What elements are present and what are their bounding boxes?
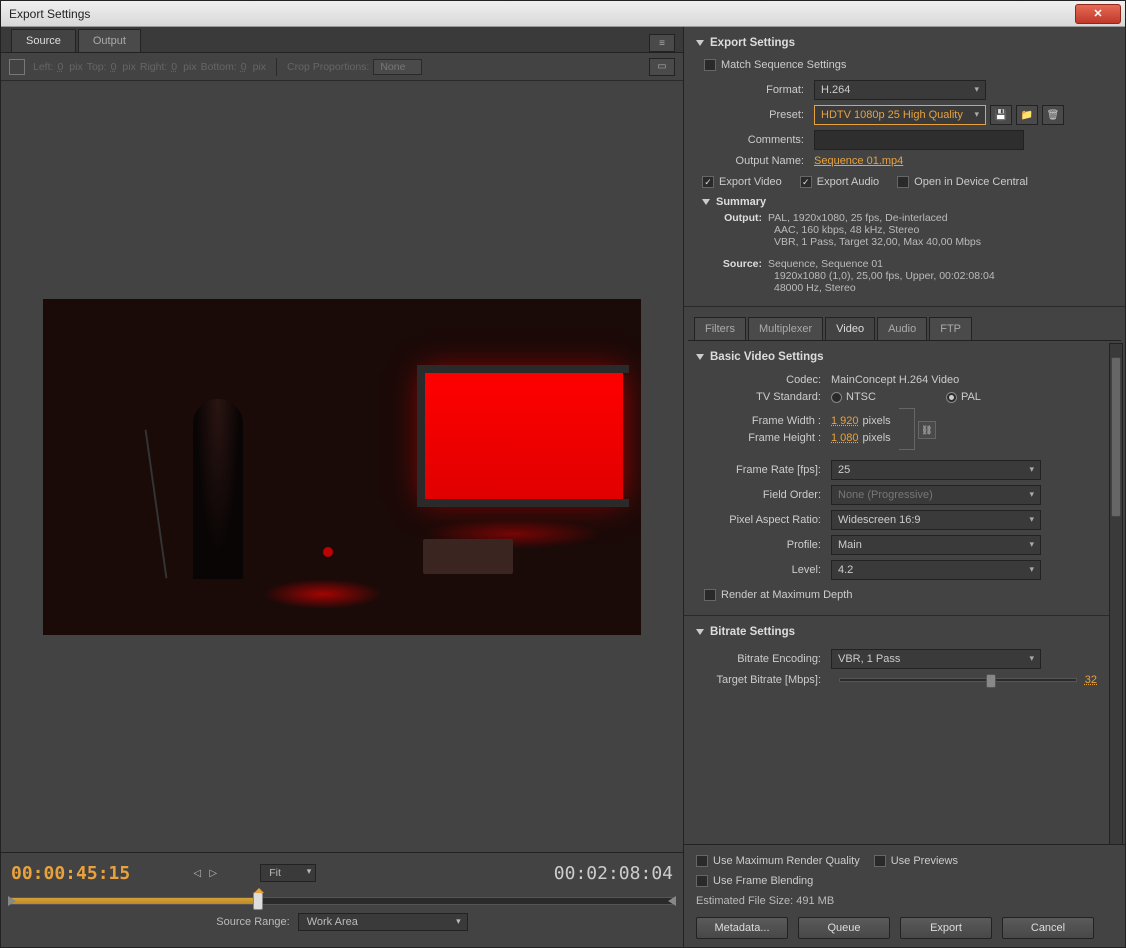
- estimated-size: Estimated File Size: 491 MB: [696, 891, 1113, 911]
- panel-menu-icon[interactable]: ≡: [649, 34, 675, 52]
- preview-viewport: [1, 81, 683, 852]
- comments-input[interactable]: [814, 130, 1024, 150]
- metadata-button[interactable]: Metadata...: [696, 917, 788, 939]
- bitrate-encoding-select[interactable]: VBR, 1 Pass: [831, 649, 1041, 669]
- encoder-tabs: Filters Multiplexer Video Audio FTP: [688, 315, 1121, 341]
- tab-audio[interactable]: Audio: [877, 317, 927, 340]
- chevron-down-icon: [696, 40, 704, 46]
- delete-preset-icon[interactable]: 🗑: [1042, 105, 1064, 125]
- preview-panel: Source Output ≡ Left: 0 pix Top: 0 pix R…: [1, 27, 684, 947]
- tvstd-ntsc-radio[interactable]: NTSC: [831, 391, 876, 403]
- close-button[interactable]: ✕: [1075, 4, 1121, 24]
- export-settings-window: Export Settings ✕ Source Output ≡ Left: …: [0, 0, 1126, 948]
- bottom-bar: Use Maximum Render Quality Use Previews …: [684, 844, 1125, 947]
- tab-source[interactable]: Source: [11, 29, 76, 52]
- aspect-link-bracket: ⛓: [899, 408, 915, 450]
- tab-video[interactable]: Video: [825, 317, 875, 340]
- frame-rate-select[interactable]: 25: [831, 460, 1041, 480]
- tab-output[interactable]: Output: [78, 29, 141, 52]
- titlebar: Export Settings ✕: [1, 1, 1125, 27]
- basic-video-header[interactable]: Basic Video Settings: [696, 347, 1097, 369]
- in-point-icon[interactable]: ◁: [190, 866, 204, 880]
- tab-ftp[interactable]: FTP: [929, 317, 972, 340]
- pixel-aspect-select[interactable]: Widescreen 16:9: [831, 510, 1041, 530]
- timeline: 00:00:45:15 ◁ ▷ Fit 00:02:08:04 Source R…: [1, 852, 683, 947]
- summary-output: Output:PAL, 1920x1080, 25 fps, De-interl…: [696, 210, 1113, 250]
- cancel-button[interactable]: Cancel: [1002, 917, 1094, 939]
- save-preset-icon[interactable]: 💾: [990, 105, 1012, 125]
- bitrate-header[interactable]: Bitrate Settings: [696, 622, 1097, 644]
- export-button[interactable]: Export: [900, 917, 992, 939]
- field-order-select[interactable]: None (Progressive): [831, 485, 1041, 505]
- frame-height-value[interactable]: 1 080: [831, 432, 859, 444]
- crop-bottom-value[interactable]: 0: [241, 61, 247, 73]
- open-device-central-checkbox[interactable]: Open in Device Central: [897, 176, 1028, 188]
- crop-right-value[interactable]: 0: [171, 61, 177, 73]
- zoom-fit-select[interactable]: Fit: [260, 864, 316, 882]
- chevron-down-icon: [696, 354, 704, 360]
- crop-top-value[interactable]: 0: [111, 61, 117, 73]
- scrollbar[interactable]: [1109, 343, 1123, 844]
- timecode-current[interactable]: 00:00:45:15: [11, 863, 130, 884]
- import-preset-icon[interactable]: 📁: [1016, 105, 1038, 125]
- summary-source: Source:Sequence, Sequence 01 1920x1080 (…: [696, 256, 1113, 296]
- window-title: Export Settings: [9, 7, 1075, 21]
- output-preview-icon[interactable]: ▭: [649, 58, 675, 76]
- crop-toolbar: Left: 0 pix Top: 0 pix Right: 0 pix Bott…: [1, 53, 683, 81]
- export-audio-checkbox[interactable]: Export Audio: [800, 176, 879, 188]
- timecode-duration: 00:02:08:04: [554, 863, 673, 884]
- preset-select[interactable]: HDTV 1080p 25 High Quality: [814, 105, 986, 125]
- target-bitrate-slider[interactable]: [839, 678, 1077, 682]
- use-frame-blending-checkbox[interactable]: Use Frame Blending: [696, 875, 813, 887]
- settings-panel: Export Settings Match Sequence Settings …: [684, 27, 1125, 947]
- tab-filters[interactable]: Filters: [694, 317, 746, 340]
- use-max-quality-checkbox[interactable]: Use Maximum Render Quality: [696, 855, 860, 867]
- out-marker[interactable]: [668, 896, 676, 906]
- link-icon[interactable]: ⛓: [918, 421, 936, 439]
- match-sequence-checkbox[interactable]: Match Sequence Settings: [704, 59, 846, 71]
- out-point-icon[interactable]: ▷: [206, 866, 220, 880]
- video-preview: [43, 299, 641, 635]
- level-select[interactable]: 4.2: [831, 560, 1041, 580]
- chevron-down-icon: [702, 199, 710, 205]
- codec-value: MainConcept H.264 Video: [831, 374, 959, 386]
- source-range-select[interactable]: Work Area: [298, 913, 468, 931]
- profile-select[interactable]: Main: [831, 535, 1041, 555]
- scrollbar-thumb[interactable]: [1111, 357, 1121, 517]
- render-max-depth-checkbox[interactable]: Render at Maximum Depth: [704, 589, 852, 601]
- video-settings-scroll: Basic Video Settings Codec: MainConcept …: [684, 341, 1125, 844]
- playhead[interactable]: [253, 892, 263, 910]
- chevron-down-icon: [696, 629, 704, 635]
- use-previews-checkbox[interactable]: Use Previews: [874, 855, 958, 867]
- export-video-checkbox[interactable]: Export Video: [702, 176, 782, 188]
- crop-icon[interactable]: [9, 59, 25, 75]
- timeline-slider[interactable]: [11, 897, 673, 905]
- tab-multiplexer[interactable]: Multiplexer: [748, 317, 823, 340]
- export-settings-header[interactable]: Export Settings: [696, 33, 1113, 55]
- crop-left-value[interactable]: 0: [57, 61, 63, 73]
- crop-proportions-select[interactable]: None: [373, 59, 422, 75]
- source-range-label: Source Range:: [216, 916, 289, 928]
- frame-width-value[interactable]: 1 920: [831, 415, 859, 427]
- queue-button[interactable]: Queue: [798, 917, 890, 939]
- output-name-link[interactable]: Sequence 01.mp4: [814, 155, 903, 167]
- target-bitrate-value[interactable]: 32: [1085, 674, 1097, 686]
- format-select[interactable]: H.264: [814, 80, 986, 100]
- summary-header[interactable]: Summary: [696, 192, 1113, 210]
- tvstd-pal-radio[interactable]: PAL: [946, 391, 981, 403]
